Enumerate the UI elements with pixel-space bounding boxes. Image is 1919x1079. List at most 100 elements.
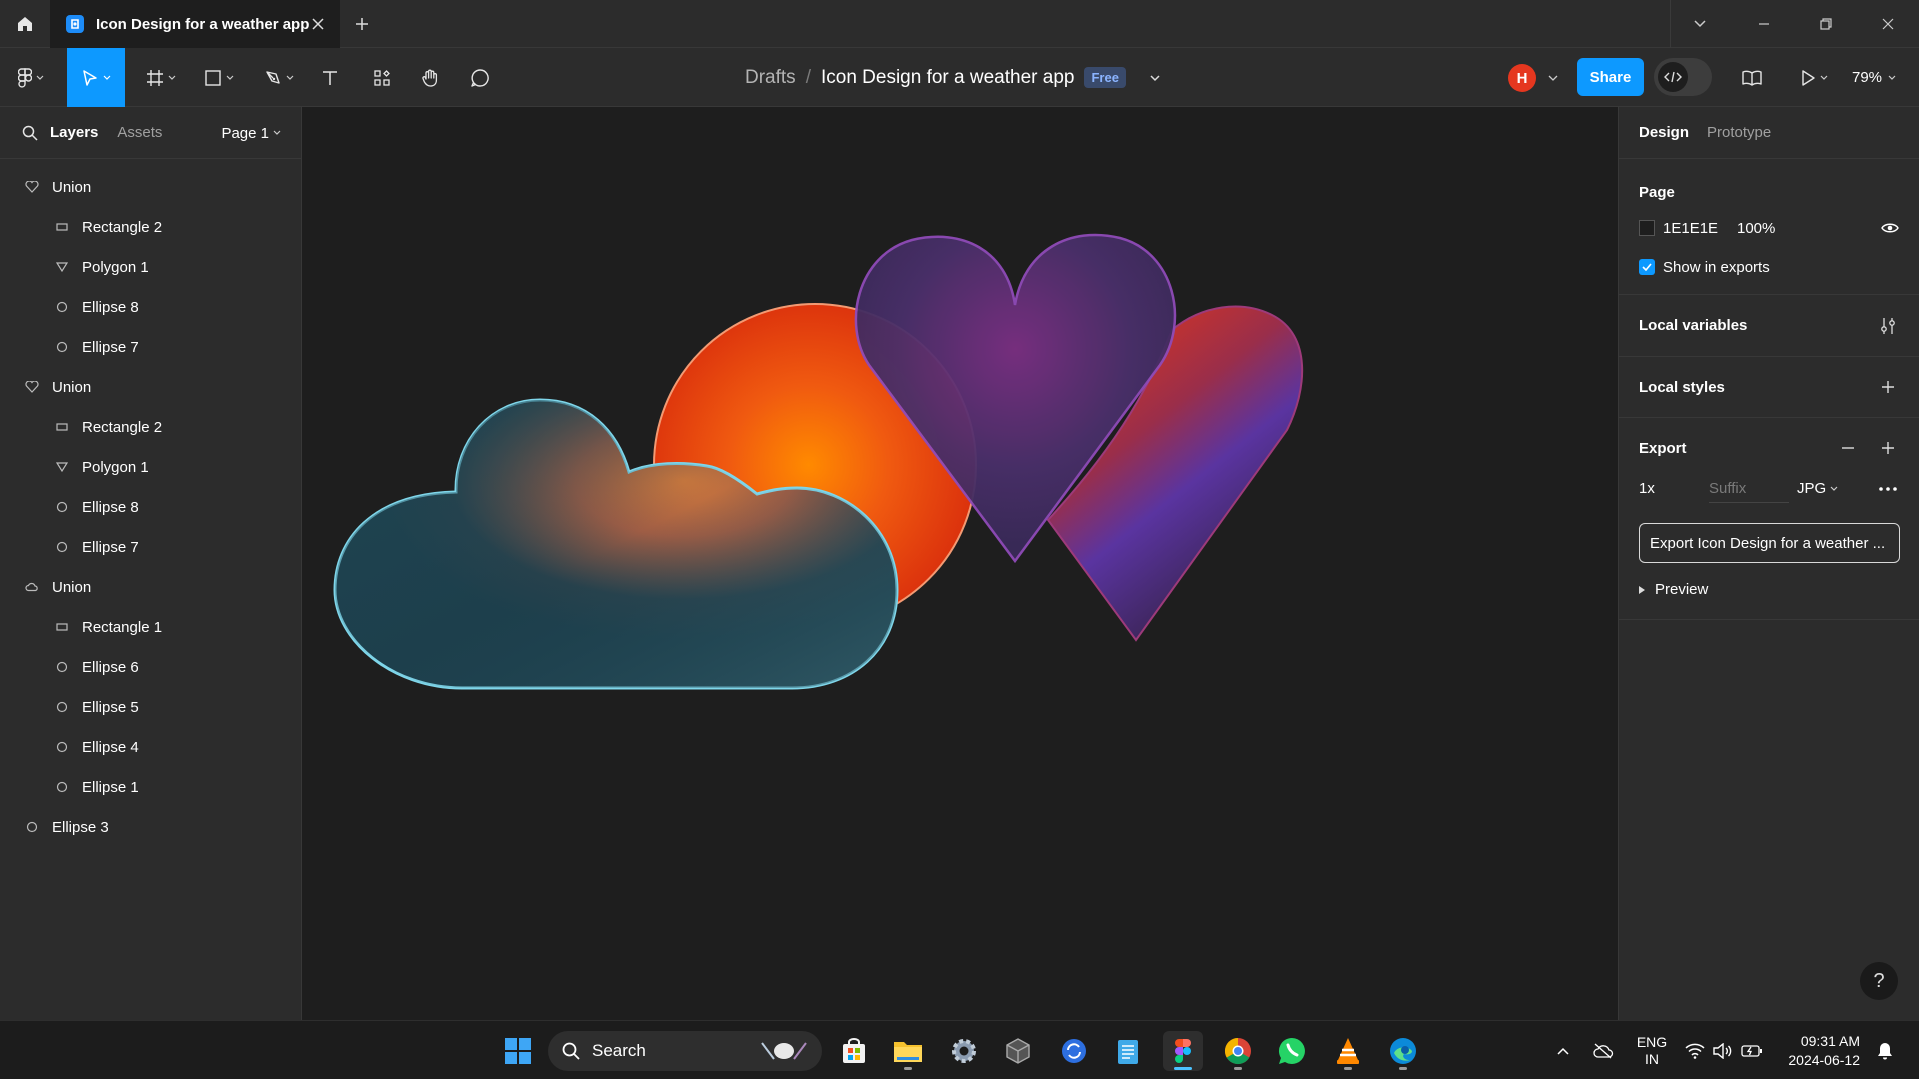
export-settings-button[interactable] xyxy=(1877,478,1899,500)
resources-tool[interactable] xyxy=(364,48,400,107)
plan-badge: Free xyxy=(1084,67,1126,88)
tab-design[interactable]: Design xyxy=(1639,124,1689,141)
zoom-dropdown[interactable]: 79% xyxy=(1852,48,1896,107)
chrome-icon xyxy=(1224,1037,1251,1065)
tab-prototype[interactable]: Prototype xyxy=(1707,124,1771,141)
share-button[interactable]: Share xyxy=(1577,58,1644,96)
export-suffix-input[interactable]: Suffix xyxy=(1709,480,1746,497)
layer-row[interactable]: Ellipse 3 xyxy=(24,807,109,847)
heart-icon xyxy=(24,379,40,395)
layer-row[interactable]: Ellipse 4 xyxy=(54,727,139,767)
tab-list-button[interactable] xyxy=(1686,10,1714,38)
layer-row[interactable]: Polygon 1 xyxy=(54,447,149,487)
page-opacity[interactable]: 100% xyxy=(1737,220,1775,237)
layer-row[interactable]: Union xyxy=(24,367,91,407)
breadcrumb: Drafts / Icon Design for a weather app F… xyxy=(745,48,1162,107)
main-menu-button[interactable] xyxy=(8,48,54,107)
library-button[interactable] xyxy=(1734,48,1770,107)
system-status-button[interactable] xyxy=(1684,1021,1764,1079)
tab-layers[interactable]: Layers xyxy=(50,124,98,141)
text-tool[interactable] xyxy=(312,48,348,107)
store-app[interactable] xyxy=(834,1031,874,1071)
ellipse-icon xyxy=(24,819,40,835)
layer-row[interactable]: Polygon 1 xyxy=(54,247,149,287)
layer-row[interactable]: Ellipse 7 xyxy=(54,327,139,367)
show-in-exports-checkbox[interactable] xyxy=(1639,259,1655,275)
dev-mode-toggle[interactable] xyxy=(1654,58,1712,96)
layer-row[interactable]: Ellipse 6 xyxy=(54,647,139,687)
export-scale[interactable]: 1x xyxy=(1639,480,1655,497)
close-icon xyxy=(1882,18,1894,30)
chevron-down-icon[interactable] xyxy=(1148,73,1162,83)
layer-row[interactable]: Ellipse 5 xyxy=(54,687,139,727)
tab-close-button[interactable] xyxy=(308,14,328,34)
local-variables-heading: Local variables xyxy=(1639,317,1748,334)
layers-panel: Layers Assets Page 1 Union Rectangle 2 Pol… xyxy=(0,107,302,1020)
preview-toggle[interactable]: Preview xyxy=(1639,581,1708,598)
layer-row[interactable]: Rectangle 2 xyxy=(54,407,162,447)
page-color-swatch[interactable] xyxy=(1639,220,1655,236)
tab-assets[interactable]: Assets xyxy=(117,124,162,141)
frame-tool[interactable] xyxy=(138,48,184,107)
vlc-app[interactable] xyxy=(1328,1031,1368,1071)
file-name[interactable]: Icon Design for a weather app xyxy=(821,67,1075,89)
eye-icon[interactable] xyxy=(1879,217,1901,239)
sync-app[interactable] xyxy=(1054,1031,1094,1071)
add-export-button[interactable] xyxy=(1877,437,1899,459)
dev-app[interactable] xyxy=(998,1031,1038,1071)
plus-icon xyxy=(1882,381,1894,393)
pen-tool[interactable] xyxy=(256,48,302,107)
new-tab-button[interactable] xyxy=(350,12,374,36)
breadcrumb-drafts[interactable]: Drafts xyxy=(745,67,796,89)
restore-button[interactable] xyxy=(1812,10,1840,38)
taskbar-search[interactable]: Search xyxy=(548,1031,822,1071)
show-hidden-icons-button[interactable] xyxy=(1550,1021,1576,1079)
move-tool[interactable] xyxy=(67,48,125,107)
search-icon[interactable] xyxy=(22,125,38,141)
file-explorer-app[interactable] xyxy=(888,1031,928,1071)
avatar[interactable]: H xyxy=(1508,64,1536,92)
remove-export-button[interactable] xyxy=(1837,437,1859,459)
chevron-down-icon[interactable] xyxy=(1548,75,1558,82)
layer-row[interactable]: Ellipse 8 xyxy=(54,287,139,327)
page-color-value[interactable]: 1E1E1E xyxy=(1663,220,1718,237)
help-button[interactable]: ? xyxy=(1860,962,1898,1000)
home-button[interactable] xyxy=(0,0,50,48)
start-button[interactable] xyxy=(498,1031,538,1071)
page-name: Page 1 xyxy=(221,124,269,142)
onedrive-button[interactable] xyxy=(1588,1021,1618,1079)
language-indicator[interactable]: ENG IN xyxy=(1632,1021,1672,1079)
comment-tool[interactable] xyxy=(462,48,498,107)
minimize-button[interactable] xyxy=(1750,10,1778,38)
page-selector[interactable]: Page 1 xyxy=(221,107,281,159)
notifications-button[interactable] xyxy=(1872,1021,1898,1079)
layer-row[interactable]: Ellipse 1 xyxy=(54,767,139,807)
layer-row[interactable]: Union xyxy=(24,567,91,607)
chrome-app[interactable] xyxy=(1218,1031,1258,1071)
add-style-button[interactable] xyxy=(1877,376,1899,398)
layer-row[interactable]: Ellipse 7 xyxy=(54,527,139,567)
edge-app[interactable] xyxy=(1383,1031,1423,1071)
hand-tool[interactable] xyxy=(412,48,448,107)
layer-name: Ellipse 4 xyxy=(82,738,139,756)
settings-app[interactable] xyxy=(944,1031,984,1071)
file-tab[interactable]: Icon Design for a weather app xyxy=(50,0,340,48)
export-format-dropdown[interactable]: JPG xyxy=(1797,480,1838,497)
present-button[interactable] xyxy=(1792,48,1836,107)
variables-settings-icon[interactable] xyxy=(1877,315,1899,337)
export-button[interactable]: Export Icon Design for a weather ... xyxy=(1639,523,1900,563)
clock[interactable]: 09:31 AM 2024-06-12 xyxy=(1778,1021,1860,1079)
layer-row[interactable]: Rectangle 1 xyxy=(54,607,162,647)
design-canvas[interactable] xyxy=(302,107,1618,1020)
layer-row[interactable]: Rectangle 2 xyxy=(54,207,162,247)
layer-row[interactable]: Ellipse 8 xyxy=(54,487,139,527)
shape-tool[interactable] xyxy=(196,48,242,107)
search-highlight-icon xyxy=(761,1042,807,1060)
figma-app[interactable] xyxy=(1163,1031,1203,1071)
clock-time: 09:31 AM xyxy=(1800,1032,1860,1049)
design-panel: Design Prototype Page 1E1E1E 100% Show i… xyxy=(1618,107,1919,1020)
layer-row[interactable]: Union xyxy=(24,167,91,207)
whatsapp-app[interactable] xyxy=(1272,1031,1312,1071)
notepad-app[interactable] xyxy=(1108,1031,1148,1071)
close-window-button[interactable] xyxy=(1874,10,1902,38)
